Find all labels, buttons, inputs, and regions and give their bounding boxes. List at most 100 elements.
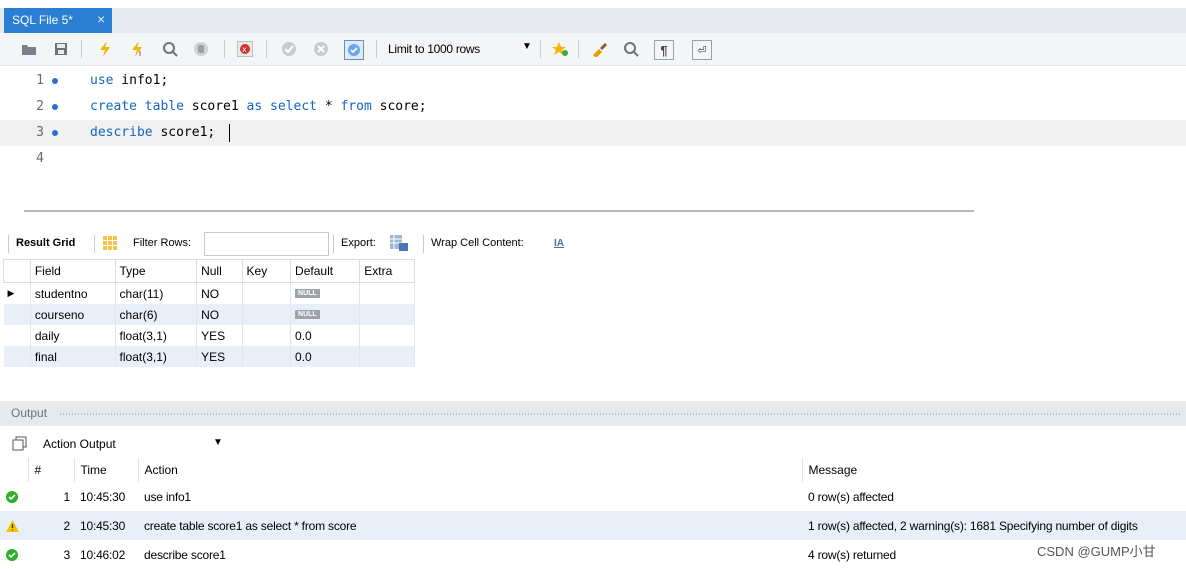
table-row[interactable]: courseno char(6) NO NULL — [3, 304, 415, 325]
sql-editor-toolbar: I x Limit to 1000 rows ▼ ¶ ⏎ — [0, 33, 1186, 66]
cell-extra[interactable] — [359, 346, 415, 367]
invisible-chars-icon[interactable]: ¶ — [654, 40, 674, 60]
autocommit-toggle-icon[interactable] — [344, 40, 364, 60]
export-label: Export: — [341, 237, 376, 249]
cell-default[interactable]: 0.0 — [290, 325, 361, 346]
log-time: 10:45:30 — [74, 511, 138, 540]
toggle-error-icon[interactable]: x — [236, 40, 254, 58]
line-number: 2 — [36, 99, 44, 114]
cell-type[interactable]: float(3,1) — [115, 325, 198, 346]
toolbar-separator — [224, 40, 225, 58]
cell-type[interactable]: float(3,1) — [115, 346, 198, 367]
output-panel-header: Output — [0, 401, 1186, 426]
sql-editor[interactable]: 1 use info1; 2 create table score1 as se… — [0, 66, 1186, 202]
cell-field[interactable]: final — [30, 346, 116, 367]
column-header[interactable]: Time — [74, 458, 139, 482]
cell-field[interactable]: studentno — [30, 282, 116, 304]
toolbar-separator — [94, 235, 95, 253]
cell-null[interactable]: YES — [196, 325, 243, 346]
grid-view-icon[interactable] — [101, 234, 119, 252]
open-folder-icon[interactable] — [20, 40, 38, 58]
column-header[interactable]: Key — [241, 259, 292, 283]
commit-check-icon[interactable] — [280, 40, 298, 58]
stop-hand-icon[interactable] — [192, 40, 210, 58]
cell-key[interactable] — [242, 346, 292, 367]
cell-key[interactable] — [242, 282, 292, 304]
cell-null[interactable]: NO — [196, 282, 243, 304]
save-icon[interactable] — [52, 40, 70, 58]
result-grid-toolbar: Result Grid Filter Rows: Export: Wrap Ce… — [0, 231, 1186, 257]
cell-key[interactable] — [242, 325, 292, 346]
svg-text:I: I — [139, 50, 141, 57]
export-icon[interactable] — [390, 234, 408, 252]
log-row[interactable]: 2 10:45:30 create table score1 as select… — [0, 511, 1186, 540]
filter-rows-label: Filter Rows: — [133, 237, 192, 249]
tab-close-icon[interactable]: × — [97, 11, 105, 27]
success-check-icon — [0, 540, 28, 569]
log-action: create table score1 as select * from sco… — [138, 511, 802, 540]
grid-row-header-corner — [3, 259, 31, 283]
wrap-cell-icon[interactable]: IA — [550, 234, 568, 252]
copy-window-icon[interactable] — [11, 435, 29, 453]
cell-extra[interactable] — [359, 325, 415, 346]
column-header[interactable]: Default — [290, 259, 361, 283]
cell-default[interactable]: 0.0 — [290, 346, 361, 367]
cell-field[interactable]: daily — [30, 325, 116, 346]
execute-current-statement-icon[interactable]: I — [129, 40, 147, 58]
cell-extra[interactable] — [359, 304, 415, 325]
add-snippet-star-icon[interactable] — [551, 40, 569, 58]
toolbar-separator — [540, 40, 541, 58]
statement-marker-icon — [52, 78, 58, 84]
result-grid-label[interactable]: Result Grid — [16, 237, 75, 249]
action-output-log: # Time Action Message 1 10:45:30 use inf… — [0, 458, 1186, 569]
row-header — [3, 325, 31, 346]
output-type-select[interactable]: Action Output ▼ — [38, 434, 228, 454]
beautify-brush-icon[interactable] — [590, 40, 608, 58]
cell-default[interactable]: NULL — [290, 304, 361, 325]
limit-rows-select[interactable]: Limit to 1000 rows ▼ — [383, 39, 538, 59]
grid-header-row: Field Type Null Key Default Extra — [3, 259, 415, 283]
column-header[interactable]: Action — [138, 458, 803, 482]
cell-extra[interactable] — [359, 282, 415, 304]
editor-line: 2 create table score1 as select * from s… — [0, 94, 1186, 120]
filter-rows-input[interactable] — [204, 232, 329, 256]
cell-null[interactable]: YES — [196, 346, 243, 367]
cell-field[interactable]: courseno — [30, 304, 116, 325]
table-row[interactable]: daily float(3,1) YES 0.0 — [3, 325, 415, 346]
log-message: 0 row(s) affected — [808, 489, 894, 504]
column-header[interactable]: Extra — [359, 259, 415, 283]
wrap-lines-icon[interactable]: ⏎ — [692, 40, 712, 60]
cell-default[interactable]: NULL — [290, 282, 361, 304]
toolbar-separator — [81, 40, 82, 58]
log-row[interactable]: 1 10:45:30 use info1 0 row(s) affected — [0, 482, 1186, 511]
current-row-pointer-icon: ▶ — [3, 282, 31, 304]
line-code: use info1; — [90, 73, 169, 88]
limit-rows-label: Limit to 1000 rows — [388, 42, 480, 56]
execute-lightning-icon[interactable] — [96, 40, 114, 58]
column-header[interactable]: Message — [802, 458, 1186, 482]
panel-grip[interactable] — [60, 413, 1180, 415]
tab-sql-file-5[interactable]: SQL File 5* × — [4, 8, 112, 33]
column-header[interactable]: Null — [196, 259, 243, 283]
cell-null[interactable]: NO — [196, 304, 243, 325]
editor-line: 4 — [0, 146, 1186, 172]
cell-type[interactable]: char(6) — [115, 304, 198, 325]
text-caret — [229, 124, 230, 142]
log-number: 1 — [63, 489, 71, 504]
column-header[interactable]: # — [28, 458, 75, 482]
editor-horizontal-scrollbar[interactable] — [24, 210, 974, 212]
log-row[interactable]: 3 10:46:02 describe score1 4 row(s) retu… — [0, 540, 1186, 569]
table-row[interactable]: ▶ studentno char(11) NO NULL — [3, 282, 415, 304]
svg-text:x: x — [242, 45, 247, 54]
chevron-down-icon: ▼ — [213, 437, 223, 448]
cell-key[interactable] — [242, 304, 292, 325]
toolbar-separator — [333, 235, 334, 253]
table-row[interactable]: final float(3,1) YES 0.0 — [3, 346, 415, 367]
column-header[interactable]: Type — [114, 259, 198, 283]
cell-type[interactable]: char(11) — [115, 282, 198, 304]
null-badge: NULL — [295, 309, 320, 319]
column-header[interactable]: Field — [29, 259, 116, 283]
find-magnifier-icon[interactable] — [622, 40, 640, 58]
rollback-x-icon[interactable] — [312, 40, 330, 58]
explain-magnifier-icon[interactable] — [161, 40, 179, 58]
